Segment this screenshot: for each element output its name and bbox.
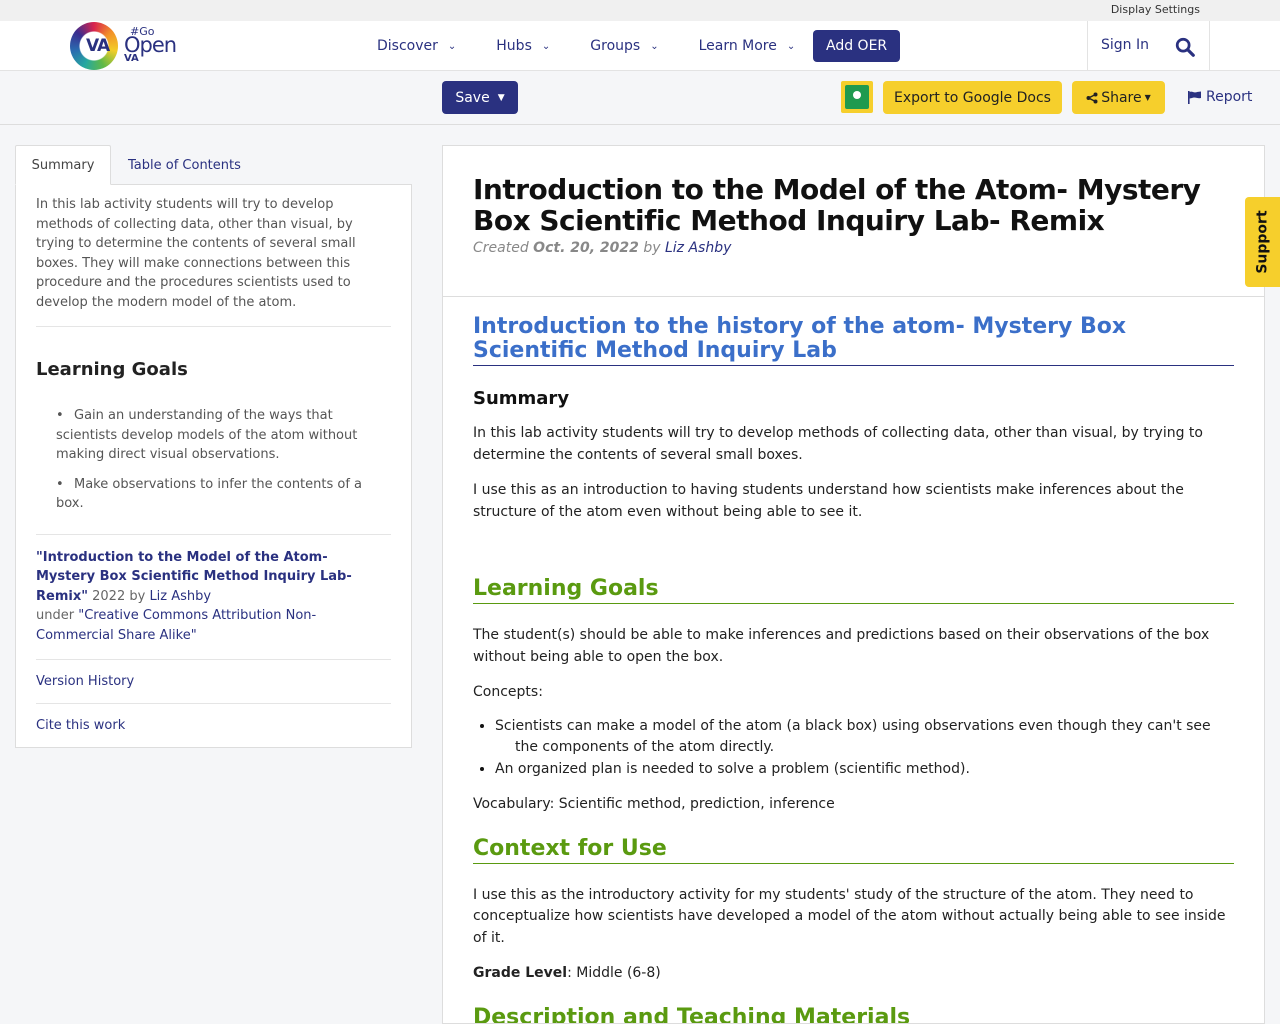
chevron-down-icon: ⌄	[541, 40, 551, 52]
created-label: Created	[473, 240, 534, 256]
learning-goals-paragraph: The student(s) should be able to make in…	[473, 627, 1210, 665]
resource-header: Introduction to the Model of the Atom- M…	[443, 146, 1264, 297]
learning-goal-text: Make observations to infer the contents …	[56, 476, 363, 512]
share-icon	[1086, 92, 1098, 103]
tab-summary[interactable]: Summary	[15, 145, 111, 185]
by-label: by	[638, 240, 665, 256]
caret-down-icon: ▼	[497, 92, 505, 103]
summary-heading: Summary	[473, 388, 570, 409]
context-heading: Context for Use	[473, 836, 1234, 864]
list-item: Make observations to infer the contents …	[56, 475, 391, 514]
page-title: Introduction to the Model of the Atom- M…	[473, 173, 1201, 237]
vocabulary-paragraph: Vocabulary: Scientific method, predictio…	[473, 796, 835, 812]
chevron-down-icon: ⌄	[786, 40, 796, 52]
grade-value: : Middle (6-8)	[567, 965, 661, 981]
signin-area: Sign In	[1087, 21, 1210, 71]
attribution-block: "Introduction to the Model of the Atom- …	[36, 533, 391, 660]
resource-toolbar: Save ▼ Export to Google Docs Share ▼ Rep…	[0, 71, 1280, 125]
summary-paragraph: In this lab activity students will try t…	[473, 425, 1203, 463]
nav-label: Hubs	[496, 38, 532, 54]
list-item: Gain an understanding of the ways that s…	[56, 406, 391, 465]
created-date: Oct. 20, 2022	[533, 240, 639, 256]
google-classroom-button[interactable]	[841, 81, 873, 113]
flag-icon	[1188, 90, 1201, 104]
attribution-author-link[interactable]: Liz Ashby	[149, 589, 211, 604]
google-classroom-icon	[845, 85, 869, 109]
nav-discover[interactable]: Discover ⌄	[377, 38, 456, 54]
logo-va-text: VA	[86, 36, 110, 56]
support-tab[interactable]: Support	[1245, 197, 1280, 287]
save-label: Save	[455, 89, 490, 106]
nav-label: Learn More	[698, 38, 777, 54]
add-oer-button[interactable]: Add OER	[813, 30, 901, 62]
summary-paragraph: I use this as an introduction to having …	[473, 482, 1184, 520]
learning-goal-text: Gain an understanding of the ways that s…	[56, 408, 358, 462]
display-settings-link[interactable]: Display Settings	[1111, 3, 1200, 16]
export-google-docs-button[interactable]: Export to Google Docs	[883, 81, 1062, 114]
logo-va-small-text: VA	[124, 53, 139, 64]
nav-groups[interactable]: Groups ⌄	[590, 38, 658, 54]
cite-work-link[interactable]: Cite this work	[36, 704, 391, 747]
nav-label: Discover	[377, 38, 438, 54]
nav-label: Groups	[590, 38, 641, 54]
description-heading: Description and Teaching Materials	[473, 1005, 1234, 1024]
author-link[interactable]: Liz Ashby	[665, 240, 731, 256]
resource-sidebar: Summary Table of Contents In this lab ac…	[15, 145, 412, 748]
learning-goals-heading: Learning Goals	[473, 576, 1234, 604]
sidebar-learning-goals-list: Gain an understanding of the ways that s…	[36, 406, 391, 514]
section-heading-intro: Introduction to the history of the atom-…	[473, 315, 1234, 366]
sign-in-link[interactable]: Sign In	[1101, 37, 1149, 53]
sidebar-tabs: Summary Table of Contents	[15, 145, 412, 185]
chevron-down-icon: ⌄	[650, 40, 659, 52]
report-label: Report	[1206, 89, 1253, 105]
goopen-va-logo[interactable]: VA #Go Open VA	[70, 21, 190, 71]
report-button[interactable]: Report	[1188, 89, 1252, 105]
utility-bar: Display Settings	[0, 0, 1280, 21]
nav-hubs[interactable]: Hubs ⌄	[496, 38, 550, 54]
resource-body: Introduction to the history of the atom-…	[443, 297, 1264, 1024]
list-item: An organized plan is needed to solve a p…	[495, 759, 1234, 781]
tab-table-of-contents[interactable]: Table of Contents	[128, 145, 241, 185]
concepts-list: Scientists can make a model of the atom …	[473, 716, 1234, 781]
attribution-year: 2022 by	[88, 588, 150, 604]
sidebar-summary-panel: In this lab activity students will try t…	[15, 185, 412, 748]
share-button[interactable]: Share ▼	[1072, 81, 1165, 114]
caret-down-icon: ▼	[1144, 93, 1151, 102]
license-link[interactable]: "Creative Commons Attribution Non-Commer…	[36, 608, 316, 643]
chevron-down-icon: ⌄	[447, 40, 457, 52]
list-item: Scientists can make a model of the atom …	[495, 716, 1234, 759]
support-label: Support	[1254, 210, 1271, 274]
nav-learn-more[interactable]: Learn More ⌄	[699, 38, 796, 54]
search-icon[interactable]	[1174, 36, 1196, 58]
save-button[interactable]: Save ▼	[442, 81, 518, 114]
sidebar-summary-text: In this lab activity students will try t…	[36, 185, 391, 327]
share-label: Share	[1101, 89, 1142, 106]
resource-content: Introduction to the Model of the Atom- M…	[442, 145, 1265, 1024]
grade-label: Grade Level	[473, 965, 568, 981]
site-header: VA #Go Open VA Discover ⌄ Hubs ⌄ Groups …	[0, 21, 1280, 71]
context-paragraph: I use this as the introductory activity …	[473, 886, 1226, 946]
attribution-under: under	[36, 608, 79, 623]
main-nav: Discover ⌄ Hubs ⌄ Groups ⌄ Learn More ⌄	[377, 21, 835, 71]
created-meta: Created Oct. 20, 2022 by Liz Ashby	[473, 240, 1234, 256]
version-history-link[interactable]: Version History	[36, 660, 391, 704]
sidebar-learning-goals-heading: Learning Goals	[36, 359, 188, 380]
concepts-label: Concepts:	[473, 684, 543, 700]
grade-level: Grade Level: Middle (6-8)	[473, 963, 1234, 985]
